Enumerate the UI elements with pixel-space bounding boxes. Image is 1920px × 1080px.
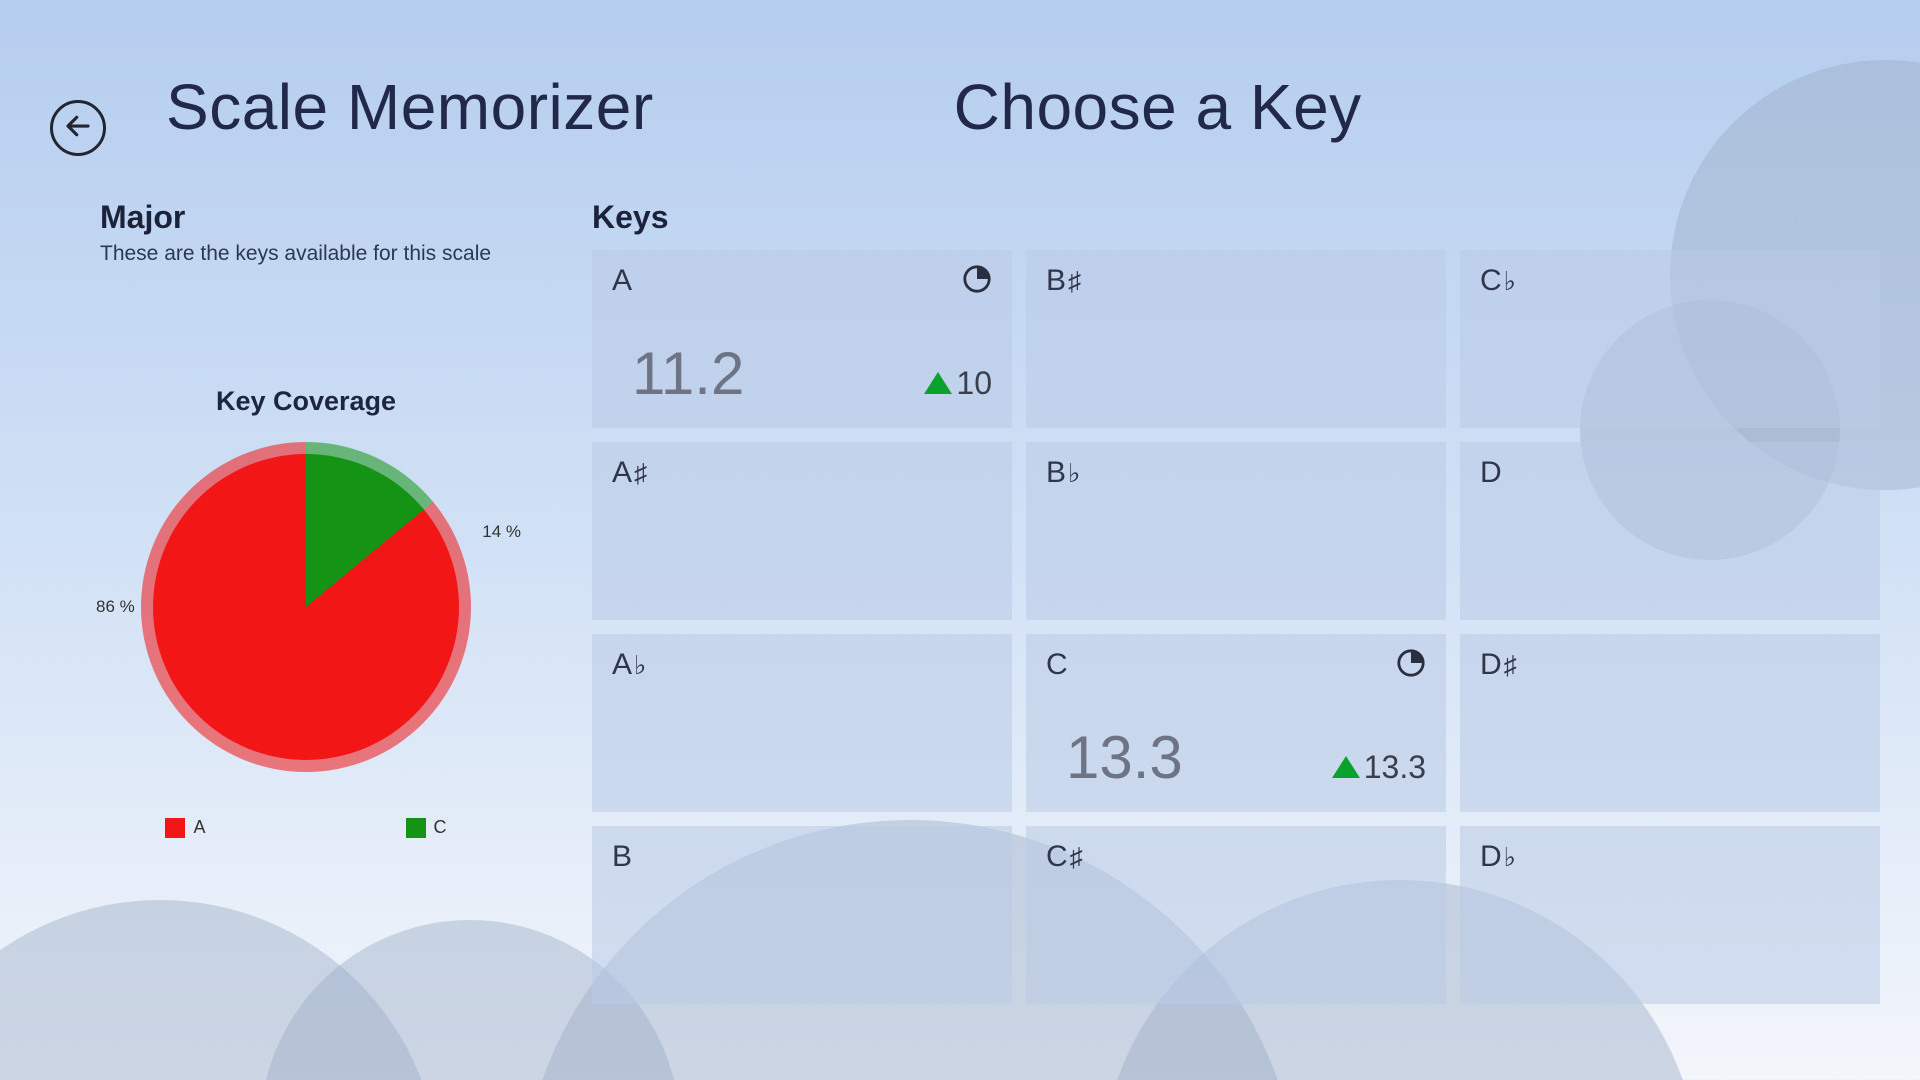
up-triangle-icon: [924, 372, 952, 394]
progress-ring-icon: [962, 264, 992, 294]
key-label: A♯: [612, 456, 992, 490]
key-label: B♭: [1046, 456, 1426, 490]
key-tile-b[interactable]: B: [592, 826, 1012, 1004]
scale-name: Major: [100, 199, 512, 236]
key-tile-d-sharp[interactable]: D♯: [1460, 634, 1880, 812]
key-tile-b-sharp[interactable]: B♯: [1026, 250, 1446, 428]
key-label: B: [612, 840, 992, 874]
key-label: D♯: [1480, 648, 1860, 682]
app-title: Scale Memorizer: [166, 70, 654, 144]
key-tile-a-sharp[interactable]: A♯: [592, 442, 1012, 620]
legend-c: C: [434, 817, 447, 838]
progress-ring-icon: [1396, 648, 1426, 678]
arrow-left-icon: [63, 111, 93, 144]
back-button[interactable]: [50, 100, 106, 156]
key-label: B♯: [1046, 264, 1426, 298]
key-label: C: [1046, 648, 1426, 682]
key-tile-a-flat[interactable]: A♭: [592, 634, 1012, 812]
pie-label-c: 14 %: [482, 522, 521, 542]
key-delta: 10: [924, 365, 992, 402]
key-label: D: [1480, 456, 1860, 490]
chart-legend: A C: [100, 817, 512, 838]
key-label: D♭: [1480, 840, 1860, 874]
key-score: 13.3: [1066, 723, 1183, 792]
key-tile-d[interactable]: D: [1460, 442, 1880, 620]
chart-title: Key Coverage: [100, 386, 512, 417]
scale-subtitle: These are the keys available for this sc…: [100, 242, 512, 266]
key-delta: 13.3: [1332, 749, 1426, 786]
key-tile-c-sharp[interactable]: C♯: [1026, 826, 1446, 1004]
pie-chart: 86 % 14 %: [141, 442, 471, 772]
key-label: A: [612, 264, 992, 298]
key-tile-c-flat[interactable]: C♭: [1460, 250, 1880, 428]
pie-label-a: 86 %: [96, 597, 135, 617]
key-tile-b-flat[interactable]: B♭: [1026, 442, 1446, 620]
key-label: A♭: [612, 648, 992, 682]
key-tile-d-flat[interactable]: D♭: [1460, 826, 1880, 1004]
key-score: 11.2: [632, 339, 744, 408]
key-label: C♭: [1480, 264, 1860, 298]
keys-heading: Keys: [592, 199, 1880, 236]
page-title: Choose a Key: [954, 70, 1362, 144]
key-label: C♯: [1046, 840, 1426, 874]
up-triangle-icon: [1332, 756, 1360, 778]
legend-a: A: [193, 817, 205, 838]
key-tile-c[interactable]: C 13.3 13.3: [1026, 634, 1446, 812]
key-tile-a[interactable]: A 11.2 10: [592, 250, 1012, 428]
